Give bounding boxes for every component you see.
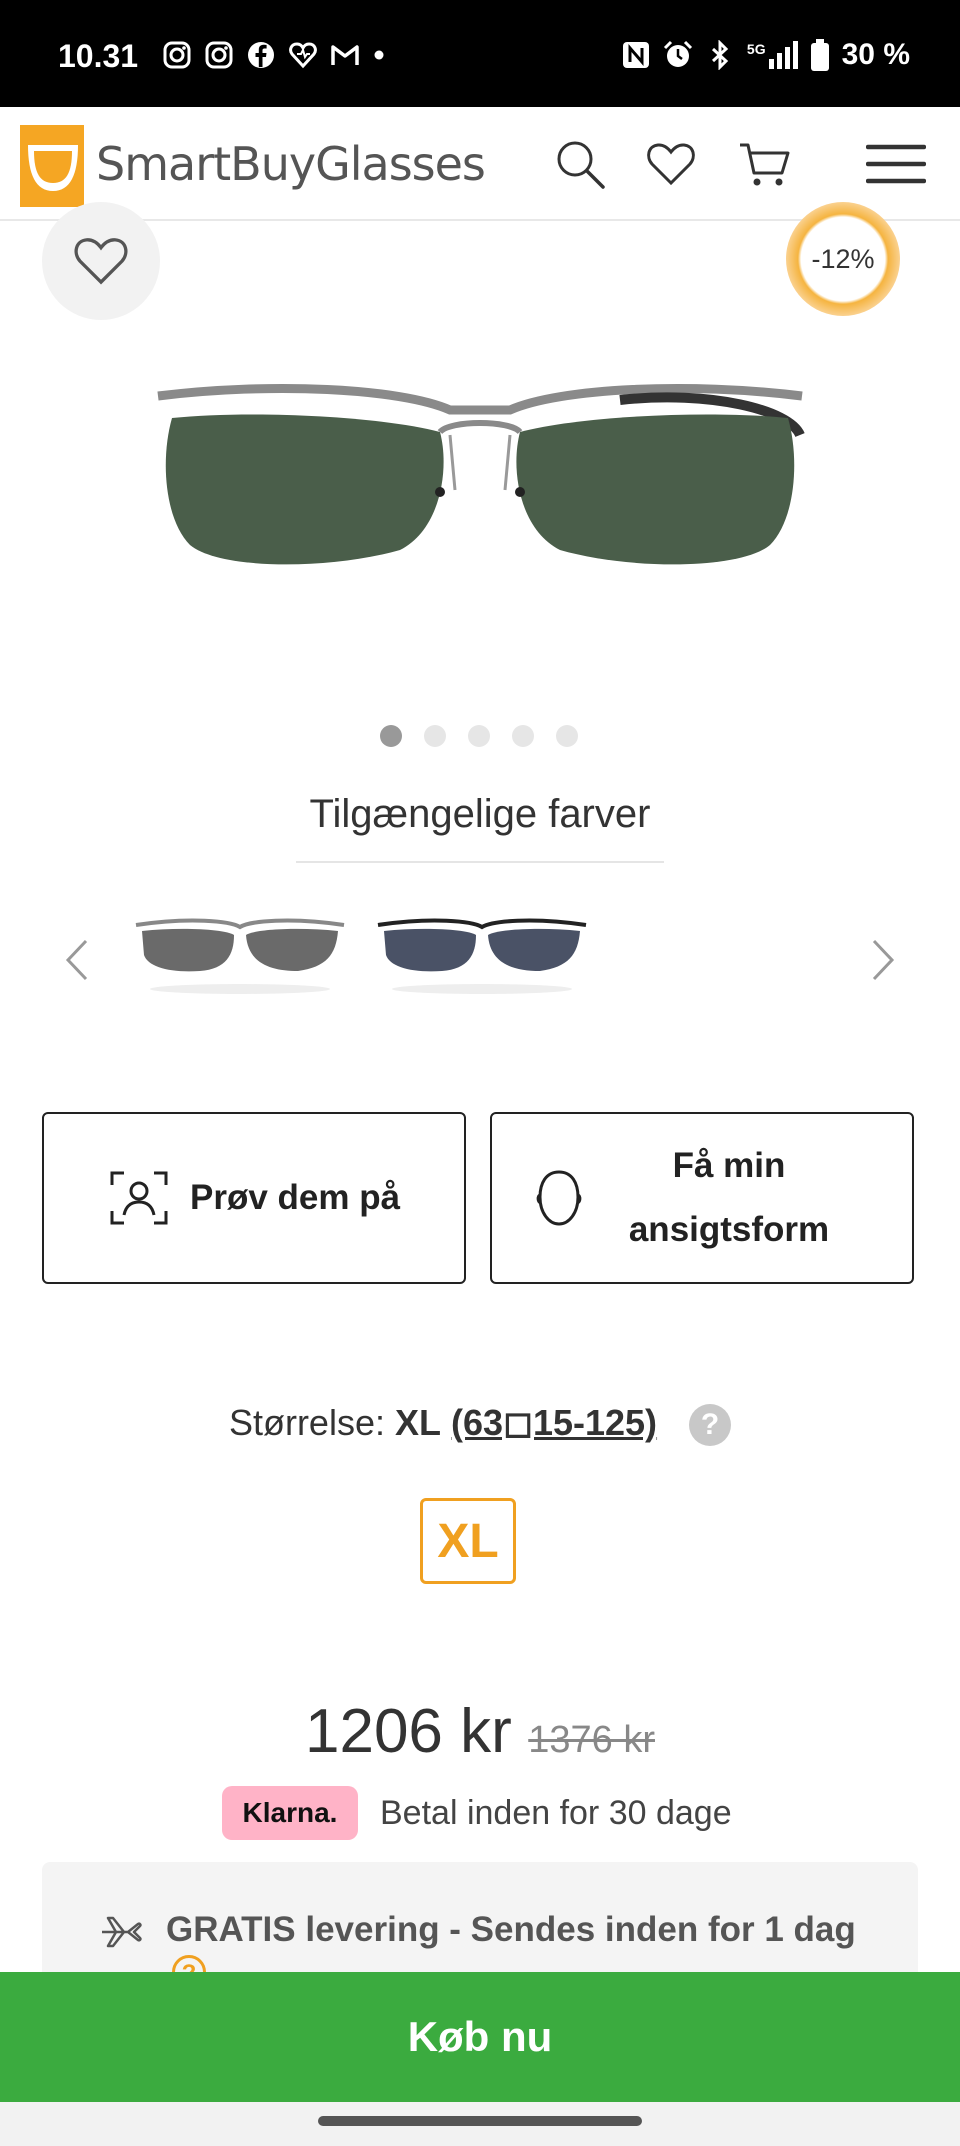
try-on-label: Prøv dem på — [190, 1178, 401, 1217]
face-shape-button[interactable]: Få min ansigtsform — [490, 1112, 914, 1284]
instagram-icon — [163, 41, 191, 69]
battery-percent: 30 % — [841, 38, 910, 71]
battery-icon — [810, 39, 829, 71]
pagination-dot[interactable] — [468, 725, 490, 747]
gmail-icon — [331, 45, 359, 65]
color-swatch-gunmetal[interactable] — [130, 905, 350, 1005]
cart-icon[interactable] — [738, 137, 792, 191]
face-shape-label-line2: ansigtsform — [628, 1210, 830, 1249]
nfc-icon — [622, 42, 649, 68]
try-on-button[interactable]: Prøv dem på — [42, 1112, 466, 1284]
status-bar: 10.31 5G 30 % — [0, 0, 960, 107]
airplane-icon — [102, 1916, 142, 1948]
logo-icon — [20, 125, 84, 207]
site-header: SmartBuyGlasses — [0, 107, 960, 221]
size-label: Størrelse: — [228, 1402, 385, 1443]
image-pagination — [380, 725, 578, 747]
size-option-xl[interactable]: XL — [420, 1498, 516, 1584]
shipping-text-content: GRATIS levering - Sendes inden for 1 dag — [166, 1910, 856, 1949]
divider — [296, 861, 664, 863]
heart-icon[interactable] — [644, 137, 698, 191]
klarna-info: Klarna. Betal inden for 30 dage — [222, 1786, 732, 1840]
pagination-dot[interactable] — [556, 725, 578, 747]
heart-app-icon — [289, 42, 317, 69]
pagination-dot[interactable] — [424, 725, 446, 747]
bluetooth-icon — [711, 40, 729, 70]
pagination-dot[interactable] — [512, 725, 534, 747]
face-scan-icon — [110, 1171, 168, 1225]
current-price: 1206 kr — [304, 1697, 512, 1766]
face-shape-label: Få min ansigtsform — [582, 1134, 912, 1262]
size-dimensions-link[interactable]: (63◻15-125) — [451, 1402, 657, 1443]
discount-badge: -12% — [786, 202, 900, 316]
available-colors-title: Tilgængelige farver — [309, 792, 651, 836]
heart-icon — [74, 238, 128, 285]
menu-icon[interactable] — [866, 137, 926, 191]
klarna-text: Betal inden for 30 dage — [380, 1793, 732, 1832]
product-image[interactable] — [150, 380, 810, 620]
buy-now-button[interactable]: Køb nu — [0, 1972, 960, 2102]
facebook-icon — [248, 42, 274, 68]
system-icons: 5G 30 % — [621, 38, 910, 72]
chevron-right-icon[interactable] — [862, 935, 902, 985]
size-help-icon[interactable]: ? — [689, 1404, 732, 1447]
search-icon[interactable] — [553, 137, 607, 191]
face-outline-icon — [536, 1170, 582, 1226]
instagram-icon — [205, 41, 233, 69]
price-block: 1206 kr 1376 kr — [0, 1696, 960, 1767]
color-swatch-black[interactable] — [372, 905, 592, 1005]
wishlist-button[interactable] — [42, 202, 160, 320]
status-time: 10.31 — [58, 38, 139, 74]
size-info: Størrelse: XL (63◻15-125) ? — [0, 1402, 960, 1447]
dot-icon — [374, 50, 384, 60]
face-shape-label-line1: Få min — [672, 1146, 786, 1185]
logo-text[interactable]: SmartBuyGlasses — [96, 137, 486, 191]
pagination-dot[interactable] — [380, 725, 402, 747]
network-type: 5G — [746, 41, 766, 57]
notification-icons — [162, 40, 386, 70]
size-value: XL — [395, 1402, 442, 1443]
klarna-logo: Klarna. — [222, 1786, 358, 1840]
alarm-icon — [663, 40, 692, 67]
home-indicator[interactable] — [318, 2116, 642, 2126]
signal-5g-icon: 5G — [747, 41, 798, 69]
chevron-left-icon[interactable] — [58, 935, 98, 985]
old-price: 1376 kr — [528, 1719, 655, 1761]
